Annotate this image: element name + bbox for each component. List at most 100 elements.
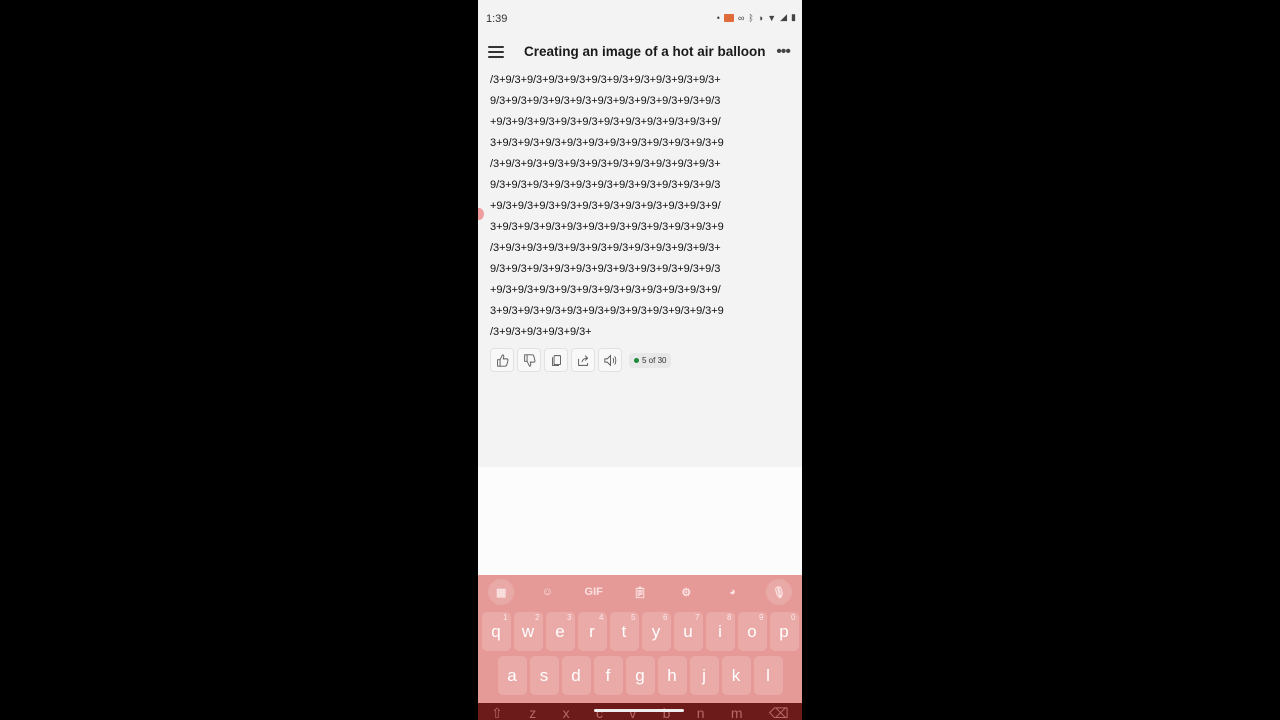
phone-screen: 1:39 • ∞ ᛒ ◑ ▼ ◢ ▮ Creating an image of … <box>478 0 802 720</box>
keyboard-toolbar: ▦ ☺ GIF 📋︎ ⚙ ◕ 🎙︎ <box>478 579 802 605</box>
key[interactable]: j <box>689 656 719 695</box>
message-text-line: 9/3+9/3+9/3+9/3+9/3+9/3+9/3+9/3+9/3+9/3+… <box>490 95 721 107</box>
copy-button[interactable] <box>544 348 568 372</box>
message-text-line: 3+9/3+9/3+9/3+9/3+9/3+9/3+9/3+9/3+9/3+9/… <box>490 305 724 317</box>
key[interactable]: r4 <box>577 612 607 651</box>
battery-icon: ▮ <box>791 12 796 22</box>
key[interactable]: s <box>529 656 559 695</box>
message-text-line: /3+9/3+9/3+9/3+9/3+9/3+9/3+9/3+9/3+9/3+9… <box>490 74 721 86</box>
input-area[interactable] <box>478 467 802 577</box>
key-hint-number: 2 <box>535 613 540 622</box>
on-screen-keyboard: ▦ ☺ GIF 📋︎ ⚙ ◕ 🎙︎ q1w2e3r4t5y6u7i8o9p0 a… <box>478 575 802 720</box>
key[interactable]: o9 <box>737 612 767 651</box>
message-text-line: 3+9/3+9/3+9/3+9/3+9/3+9/3+9/3+9/3+9/3+9/… <box>490 221 724 233</box>
more-options-icon[interactable]: ••• <box>776 43 791 61</box>
key-hint-number: 7 <box>695 613 700 622</box>
thumbs-up-icon <box>496 353 508 367</box>
settings-gear-icon[interactable]: ⚙ <box>673 579 699 605</box>
share-icon <box>577 354 588 366</box>
key[interactable]: u7 <box>673 612 703 651</box>
key-hint-number: 4 <box>599 613 604 622</box>
message-text-line: +9/3+9/3+9/3+9/3+9/3+9/3+9/3+9/3+9/3+9/3… <box>490 284 721 296</box>
status-dot-icon <box>634 357 639 363</box>
key[interactable]: m <box>731 703 743 720</box>
key-label: w <box>521 621 535 641</box>
key-label: p <box>779 621 789 641</box>
key-hint-number: 9 <box>759 613 764 622</box>
message-actions: 5 of 30 <box>490 348 672 372</box>
vibrate-icon: ◑ <box>757 12 764 23</box>
key-hint-number: 5 <box>631 613 636 622</box>
key[interactable]: x <box>563 703 570 720</box>
wifi-icon: ▼ <box>767 12 777 23</box>
key[interactable]: e3 <box>545 612 575 651</box>
message-text-line: /3+9/3+9/3+9/3+9/3+9/3+9/3+9/3+9/3+9/3+9… <box>490 242 721 254</box>
key-label: q <box>491 621 501 641</box>
home-gesture-bar[interactable] <box>594 709 684 712</box>
keyboard-row-2: asdfghjkl <box>478 656 802 695</box>
key[interactable]: k <box>721 656 751 695</box>
apps-grid-icon[interactable]: ▦ <box>488 579 515 605</box>
key-hint-number: 8 <box>727 613 732 622</box>
app-bar: Creating an image of a hot air balloon •… <box>478 38 802 68</box>
key[interactable]: f <box>593 656 623 695</box>
key-label: u <box>683 621 693 641</box>
cast-icon <box>723 13 734 22</box>
key-label: t <box>621 621 627 641</box>
gif-button[interactable]: GIF <box>581 579 607 605</box>
thumbs-down-button[interactable] <box>517 348 541 372</box>
status-icons: • ∞ ᛒ ◑ ▼ ◢ ▮ <box>717 12 796 23</box>
key[interactable]: p0 <box>769 612 799 651</box>
message-text-line: +9/3+9/3+9/3+9/3+9/3+9/3+9/3+9/3+9/3+9/3… <box>490 200 721 212</box>
key-hint-number: 3 <box>567 613 572 622</box>
key-hint-number: 6 <box>663 613 668 622</box>
conversation-title: Creating an image of a hot air balloon <box>524 44 766 59</box>
keyboard-row-1: q1w2e3r4t5y6u7i8o9p0 <box>478 612 802 651</box>
response-counter-label: 5 of 30 <box>642 355 667 365</box>
hamburger-menu-icon[interactable] <box>488 46 504 59</box>
message-text-line: /3+9/3+9/3+9/3+9/3+9/3+9/3+9/3+9/3+9/3+9… <box>490 158 721 170</box>
key[interactable]: h <box>657 656 687 695</box>
message-text-line: 9/3+9/3+9/3+9/3+9/3+9/3+9/3+9/3+9/3+9/3+… <box>490 179 721 191</box>
message-text-line: 3+9/3+9/3+9/3+9/3+9/3+9/3+9/3+9/3+9/3+9/… <box>490 137 724 149</box>
message-text-line: /3+9/3+9/3+9/3+9/3+ <box>490 326 592 338</box>
key[interactable]: y6 <box>641 612 671 651</box>
backspace-key[interactable]: ⌫ <box>769 703 789 720</box>
read-aloud-button[interactable] <box>598 348 622 372</box>
notification-dot-icon: • <box>716 12 720 23</box>
thumbs-down-icon <box>523 353 535 367</box>
key[interactable]: q1 <box>481 612 511 651</box>
share-button[interactable] <box>571 348 595 372</box>
key[interactable]: t5 <box>609 612 639 651</box>
key-label: y <box>651 621 661 641</box>
status-bar: 1:39 • ∞ ᛒ ◑ ▼ ◢ ▮ <box>478 0 802 38</box>
key[interactable]: a <box>497 656 527 695</box>
key-label: o <box>747 621 757 641</box>
key[interactable]: w2 <box>513 612 543 651</box>
key[interactable]: n <box>697 703 705 720</box>
theme-palette-icon[interactable]: ◕ <box>720 579 746 605</box>
assistant-message: /3+9/3+9/3+9/3+9/3+ 9/3+9/3+9/3+9/3+9/3+9… <box>490 70 794 343</box>
key[interactable]: i8 <box>705 612 735 651</box>
microphone-icon[interactable]: 🎙︎ <box>765 579 792 605</box>
key[interactable]: g <box>625 656 655 695</box>
touch-indicator <box>478 208 484 220</box>
shift-key[interactable]: ⇧ <box>491 703 503 720</box>
key[interactable]: l <box>753 656 783 695</box>
message-text-line: +9/3+9/3+9/3+9/3+9/3+9/3+9/3+9/3+9/3+9/3… <box>490 116 721 128</box>
response-counter[interactable]: 5 of 30 <box>629 352 672 368</box>
key-hint-number: 0 <box>791 613 796 622</box>
sticker-icon[interactable]: ☺ <box>534 579 560 605</box>
key[interactable]: z <box>529 703 536 720</box>
key-label: r <box>589 621 595 641</box>
signal-icon: ◢ <box>780 12 788 22</box>
key[interactable]: d <box>561 656 591 695</box>
key-label: e <box>555 621 565 641</box>
status-time: 1:39 <box>486 13 508 25</box>
speaker-icon <box>603 354 616 366</box>
clipboard-icon[interactable]: 📋︎ <box>627 579 653 605</box>
thumbs-up-button[interactable] <box>490 348 514 372</box>
key-label: i <box>718 621 722 641</box>
message-text-line: 9/3+9/3+9/3+9/3+9/3+9/3+9/3+9/3+9/3+9/3+… <box>490 263 721 275</box>
voicemail-icon: ∞ <box>737 12 745 23</box>
